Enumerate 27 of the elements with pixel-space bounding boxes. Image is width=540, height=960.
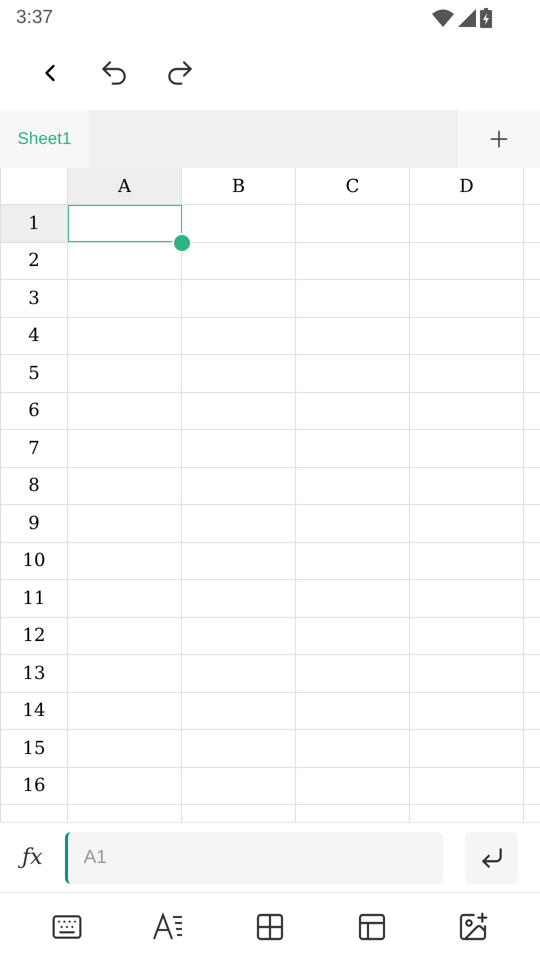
row-header[interactable]: 12 xyxy=(0,618,68,654)
image-icon[interactable] xyxy=(457,910,490,942)
row-header[interactable]: 4 xyxy=(0,318,68,354)
row-header[interactable]: 3 xyxy=(0,280,68,316)
row-header[interactable]: 10 xyxy=(0,542,68,579)
row-header[interactable]: 7 xyxy=(0,430,68,466)
status-time: 3:37 xyxy=(16,6,53,30)
battery-icon xyxy=(480,8,492,28)
row-header[interactable]: 6 xyxy=(0,392,68,429)
row-header[interactable]: 13 xyxy=(0,655,68,692)
row-header[interactable]: 15 xyxy=(0,730,68,766)
column-header[interactable]: A xyxy=(68,168,182,204)
row-header[interactable]: 11 xyxy=(0,580,68,616)
formula-input-field[interactable]: A1 xyxy=(64,832,443,884)
row-header[interactable]: 14 xyxy=(0,692,68,729)
row-header[interactable]: 2 xyxy=(0,242,68,279)
selected-cell[interactable] xyxy=(68,205,182,242)
row-header[interactable]: 9 xyxy=(0,505,68,542)
row-header[interactable]: 8 xyxy=(0,468,68,504)
selection-handle[interactable] xyxy=(172,232,192,252)
signal-icon xyxy=(458,9,476,27)
text-format-icon[interactable] xyxy=(152,910,184,942)
row-header[interactable]: 5 xyxy=(0,355,68,392)
row-header[interactable]: 16 xyxy=(0,768,68,804)
wifi-icon xyxy=(432,9,454,27)
row-header[interactable]: 1 xyxy=(0,205,68,242)
enter-button[interactable] xyxy=(465,832,518,884)
